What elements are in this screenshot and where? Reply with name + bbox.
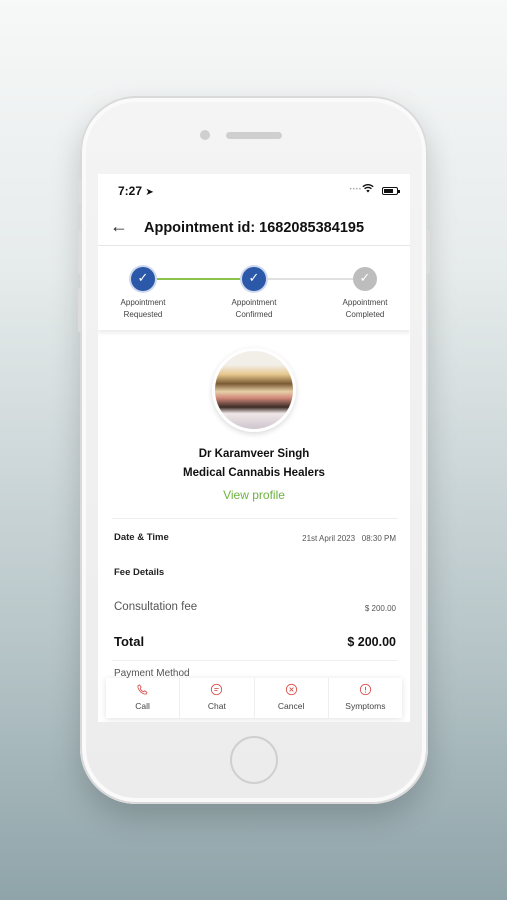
phone-speaker — [226, 132, 282, 139]
step-label-completed: Appointment Completed — [325, 297, 405, 321]
step-completed-check-icon: ✓ — [353, 267, 377, 291]
date-time-value: 21st April 2023 08:30 PM — [302, 534, 396, 543]
action-bar: Call Chat Cancel Symptoms — [106, 678, 402, 718]
step-confirmed-check-icon: ✓ — [242, 267, 266, 291]
signal-icon: •••• — [349, 187, 362, 193]
phone-volume-down — [78, 288, 82, 332]
total-label: Total — [114, 634, 145, 649]
symptoms-label: Symptoms — [345, 701, 386, 711]
info-icon — [329, 683, 402, 697]
step-label-line: Confirmed — [235, 310, 273, 319]
step-label-line: Requested — [123, 310, 163, 319]
step-requested-check-icon: ✓ — [131, 267, 155, 291]
phone-home-button[interactable] — [230, 736, 278, 784]
cancel-icon — [255, 683, 328, 697]
section-divider — [112, 518, 398, 519]
battery-icon — [382, 187, 400, 195]
phone-volume-up — [78, 230, 82, 274]
step-label-requested: Appointment Requested — [103, 297, 183, 321]
phone-side-button — [78, 180, 82, 204]
consultation-fee-label: Consultation fee — [114, 601, 198, 613]
app-screen: 7:27 ➤ •••• ← Appointment id: 1682085384… — [98, 174, 410, 722]
doctor-avatar — [212, 348, 296, 432]
wifi-icon — [362, 183, 374, 196]
phone-icon — [106, 683, 179, 697]
step-label-line: Appointment — [231, 298, 277, 307]
section-divider — [112, 660, 398, 661]
doctor-name: Dr Karamveer Singh — [198, 448, 310, 460]
chat-button[interactable]: Chat — [180, 678, 255, 718]
location-arrow-icon: ➤ — [145, 187, 154, 198]
page-title: Appointment id: 1682085384195 — [144, 220, 365, 236]
call-button[interactable]: Call — [106, 678, 181, 718]
phone-power-button — [426, 230, 430, 274]
step-label-line: Appointment — [120, 298, 166, 307]
fee-details-label: Fee Details — [114, 567, 165, 578]
phone-frame: 7:27 ➤ •••• ← Appointment id: 1682085384… — [78, 96, 430, 804]
chat-icon — [180, 683, 253, 697]
total-value: $ 200.00 — [347, 635, 396, 649]
phone-camera — [200, 130, 210, 140]
step-label-line: Completed — [345, 310, 385, 319]
status-bar: 7:27 ➤ •••• — [98, 174, 410, 206]
chat-label: Chat — [207, 701, 226, 711]
status-time: 7:27 ➤ — [118, 184, 154, 198]
step-label-line: Appointment — [342, 298, 388, 307]
call-label: Call — [135, 701, 150, 711]
view-profile-link[interactable]: View profile — [98, 488, 410, 502]
symptoms-button[interactable]: Symptoms — [329, 678, 402, 718]
back-arrow-icon[interactable]: ← — [110, 216, 128, 237]
clinic-name: Medical Cannabis Healers — [183, 467, 325, 479]
stepper-progress-line — [143, 278, 254, 280]
consultation-fee-value: $ 200.00 — [364, 604, 396, 613]
app-header: ← Appointment id: 1682085384195 — [98, 208, 410, 246]
step-label-confirmed: Appointment Confirmed — [214, 297, 294, 321]
cancel-button[interactable]: Cancel — [255, 678, 329, 718]
stepper-pending-line — [266, 278, 366, 280]
cancel-label: Cancel — [277, 701, 305, 711]
date-time-label: Date & Time — [114, 532, 169, 543]
